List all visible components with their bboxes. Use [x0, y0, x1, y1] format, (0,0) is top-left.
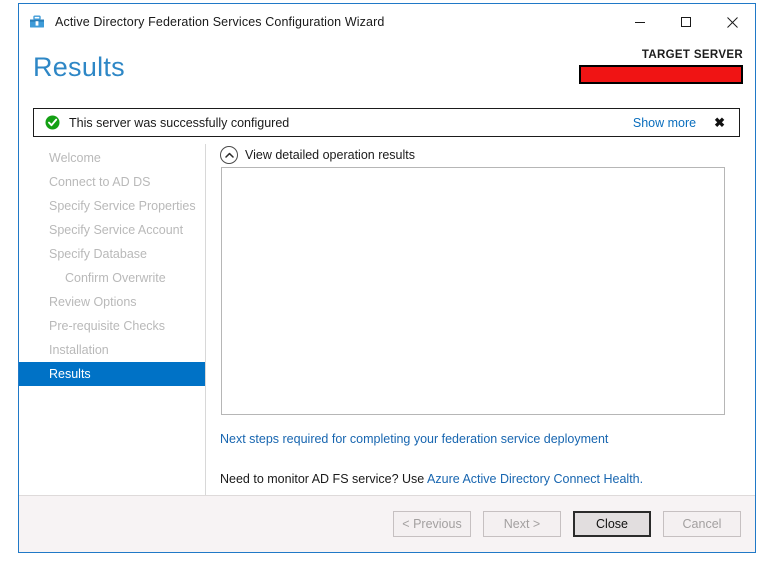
minimize-icon[interactable]: [617, 6, 663, 38]
show-more-link[interactable]: Show more: [633, 116, 696, 130]
detailed-results-panel[interactable]: [221, 167, 725, 415]
chevron-up-circle-icon: [220, 146, 238, 164]
sidebar-item-specify-database[interactable]: Specify Database: [19, 242, 205, 266]
wizard-content-pane: View detailed operation results Next ste…: [206, 144, 755, 496]
page-header: Results TARGET SERVER: [19, 40, 755, 102]
success-check-icon: [45, 115, 60, 130]
sidebar-item-specify-service-account[interactable]: Specify Service Account: [19, 218, 205, 242]
sidebar-item-welcome[interactable]: Welcome: [19, 146, 205, 170]
notification-close-icon[interactable]: ✖: [714, 116, 725, 129]
monitor-ad-fs-prefix: Need to monitor AD FS service? Use: [220, 472, 428, 486]
sidebar-item-specify-service-properties[interactable]: Specify Service Properties: [19, 194, 205, 218]
title-bar: Active Directory Federation Services Con…: [19, 4, 755, 40]
sidebar-item-confirm-overwrite[interactable]: Confirm Overwrite: [19, 266, 205, 290]
window-controls: [617, 4, 755, 40]
sidebar-item-review-options[interactable]: Review Options: [19, 290, 205, 314]
target-server-redaction: [579, 65, 743, 84]
wizard-step-sidebar: Welcome Connect to AD DS Specify Service…: [19, 144, 206, 496]
wizard-footer: < Previous Next > Close Cancel: [19, 495, 755, 552]
next-button[interactable]: Next >: [483, 511, 561, 537]
page-title: Results: [33, 52, 125, 82]
previous-button[interactable]: < Previous: [393, 511, 471, 537]
sidebar-item-installation[interactable]: Installation: [19, 338, 205, 362]
monitor-ad-fs-line: Need to monitor AD FS service? Use Azure…: [220, 472, 643, 486]
azure-ad-connect-health-link[interactable]: Azure Active Directory Connect Health.: [427, 472, 643, 486]
target-server-label: TARGET SERVER: [641, 49, 743, 61]
server-manager-icon: [28, 13, 46, 31]
sidebar-item-pre-requisite-checks[interactable]: Pre-requisite Checks: [19, 314, 205, 338]
notification-message: This server was successfully configured: [69, 115, 290, 130]
view-detailed-results-label: View detailed operation results: [245, 148, 416, 162]
window-title: Active Directory Federation Services Con…: [55, 15, 385, 29]
sidebar-item-connect-to-ad-ds[interactable]: Connect to AD DS: [19, 170, 205, 194]
close-icon[interactable]: [709, 6, 755, 38]
maximize-icon[interactable]: [663, 6, 709, 38]
status-notification-bar: This server was successfully configured …: [33, 108, 740, 137]
wizard-body: Welcome Connect to AD DS Specify Service…: [19, 144, 755, 496]
next-steps-link[interactable]: Next steps required for completing your …: [220, 432, 608, 446]
view-detailed-results-toggle[interactable]: View detailed operation results: [220, 146, 415, 164]
wizard-window-root: Active Directory Federation Services Con…: [0, 0, 759, 565]
target-server-block: TARGET SERVER: [579, 48, 743, 84]
wizard-window-frame: Active Directory Federation Services Con…: [18, 3, 756, 553]
cancel-button[interactable]: Cancel: [663, 511, 741, 537]
close-button[interactable]: Close: [573, 511, 651, 537]
sidebar-item-results[interactable]: Results: [19, 362, 205, 386]
